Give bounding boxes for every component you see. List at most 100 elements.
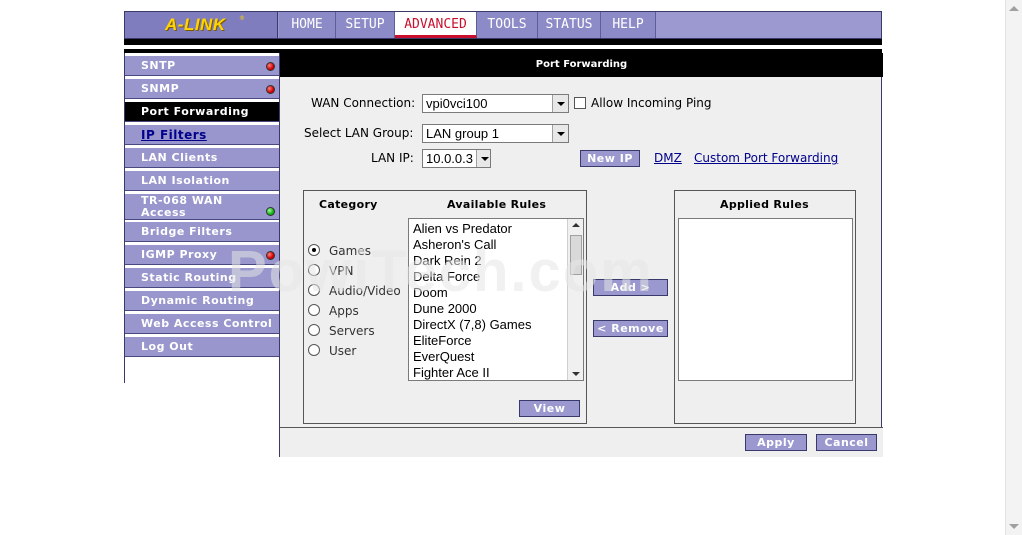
wan-connection-select[interactable]: vpi0vci100 — [422, 94, 569, 113]
scroll-down-icon[interactable] — [572, 372, 580, 376]
wan-connection-value: vpi0vci100 — [426, 96, 488, 111]
main-panel: Port Forwarding WAN Connection: vpi0vci1… — [279, 53, 883, 457]
sidebar: SNTP SNMP Port Forwarding IP Filters LAN… — [124, 53, 279, 383]
sidebar-item-web-access-control[interactable]: Web Access Control — [125, 313, 279, 334]
category-label-servers: Servers — [329, 324, 375, 338]
cancel-button[interactable]: Cancel — [816, 434, 877, 451]
logo-text: A-LINK — [165, 15, 226, 34]
category-radio-audio-video[interactable] — [308, 284, 320, 296]
tab-tools[interactable]: TOOLS — [477, 12, 538, 38]
list-item[interactable]: Doom — [413, 285, 448, 300]
sidebar-item-log-out[interactable]: Log Out — [125, 336, 279, 357]
scroll-up-icon[interactable] — [1009, 6, 1019, 11]
rules-selection-box: Category Available Rules Games VPN Audio… — [303, 190, 587, 424]
scroll-down-icon[interactable] — [1009, 524, 1019, 529]
sidebar-item-label: Bridge Filters — [141, 225, 233, 238]
scroll-up-icon[interactable] — [572, 223, 580, 227]
scroll-thumb[interactable] — [570, 235, 582, 275]
lan-group-value: LAN group 1 — [426, 126, 499, 141]
page-title: Port Forwarding — [280, 53, 883, 77]
chevron-down-icon — [552, 95, 568, 112]
sidebar-item-label: Log Out — [141, 340, 194, 353]
available-rules-list[interactable]: Alien vs Predator Asheron's Call Dark Re… — [408, 218, 584, 381]
custom-port-forwarding-link[interactable]: Custom Port Forwarding — [694, 151, 838, 165]
sidebar-item-label: Port Forwarding — [141, 105, 250, 118]
applied-rules-box: Applied Rules — [674, 190, 856, 424]
category-label-games: Games — [329, 244, 371, 258]
status-red-icon — [266, 85, 275, 94]
apply-button[interactable]: Apply — [745, 434, 807, 451]
logo-registered-mark: ® — [239, 15, 245, 22]
lan-ip-label: LAN IP: — [371, 151, 414, 165]
sidebar-item-label: SNMP — [141, 82, 180, 95]
sidebar-item-label: Web Access Control — [141, 317, 273, 330]
category-label-vpn: VPN — [329, 264, 354, 278]
chevron-down-icon — [476, 150, 490, 167]
page-scrollbar[interactable] — [1005, 0, 1022, 535]
sidebar-item-lan-isolation[interactable]: LAN Isolation — [125, 170, 279, 191]
list-scrollbar[interactable] — [567, 219, 583, 380]
sidebar-item-label: Dynamic Routing — [141, 294, 255, 307]
list-item[interactable]: Dark Rein 2 — [413, 253, 482, 268]
list-item[interactable]: EliteForce — [413, 333, 472, 348]
chevron-down-icon — [552, 125, 568, 142]
category-title: Category — [319, 198, 378, 211]
list-item[interactable]: Asheron's Call — [413, 237, 496, 252]
add-button[interactable]: Add > — [593, 279, 668, 296]
tab-advanced[interactable]: ADVANCED — [395, 12, 477, 38]
sidebar-item-static-routing[interactable]: Static Routing — [125, 267, 279, 288]
sidebar-item-bridge-filters[interactable]: Bridge Filters — [125, 221, 279, 242]
sidebar-item-lan-clients[interactable]: LAN Clients — [125, 147, 279, 168]
category-label-user: User — [329, 344, 357, 358]
logo: A-LINK ® — [124, 11, 278, 39]
sidebar-item-sntp[interactable]: SNTP — [125, 55, 279, 76]
sidebar-item-ip-filters[interactable]: IP Filters — [125, 124, 279, 145]
status-red-icon — [266, 62, 275, 71]
tab-home[interactable]: HOME — [279, 12, 336, 38]
category-radio-user[interactable] — [308, 344, 320, 356]
category-radio-apps[interactable] — [308, 304, 320, 316]
lan-group-select[interactable]: LAN group 1 — [422, 124, 569, 143]
sidebar-item-igmp-proxy[interactable]: IGMP Proxy — [125, 244, 279, 265]
router-admin-page: A-LINK ® HOME SETUP ADVANCED TOOLS STATU… — [0, 0, 1022, 535]
status-red-icon — [266, 251, 275, 260]
available-rules-title: Available Rules — [447, 198, 547, 211]
sidebar-item-label: SNTP — [141, 59, 176, 72]
lan-group-label: Select LAN Group: — [304, 126, 414, 140]
dmz-link[interactable]: DMZ — [654, 151, 682, 165]
sidebar-item-label: Static Routing — [141, 271, 237, 284]
list-item[interactable]: Dune 2000 — [413, 301, 477, 316]
remove-button[interactable]: < Remove — [593, 320, 668, 337]
sidebar-item-tr068-wan-access[interactable]: TR-068 WAN Access — [125, 193, 279, 220]
status-green-icon — [266, 207, 275, 216]
sidebar-item-snmp[interactable]: SNMP — [125, 78, 279, 99]
list-item[interactable]: DirectX (7,8) Games — [413, 317, 531, 332]
sidebar-item-label: TR-068 WAN Access — [141, 194, 223, 219]
applied-rules-list[interactable] — [678, 218, 853, 381]
sidebar-item-label: IP Filters — [141, 128, 207, 142]
category-radio-servers[interactable] — [308, 324, 320, 336]
tab-status[interactable]: STATUS — [538, 12, 601, 38]
list-item[interactable]: EverQuest — [413, 349, 474, 364]
new-ip-button[interactable]: New IP — [580, 150, 640, 167]
list-item[interactable]: Alien vs Predator — [413, 221, 512, 236]
category-radio-games[interactable] — [308, 244, 320, 256]
category-label-apps: Apps — [329, 304, 359, 318]
category-radio-vpn[interactable] — [308, 264, 320, 276]
tab-setup[interactable]: SETUP — [336, 12, 395, 38]
form-footer: Apply Cancel — [280, 427, 883, 457]
view-button[interactable]: View — [519, 400, 580, 417]
list-item[interactable]: Delta Force — [413, 269, 480, 284]
list-item[interactable]: Fighter Ace II — [413, 365, 490, 380]
sidebar-item-label: LAN Clients — [141, 151, 218, 164]
sidebar-item-port-forwarding[interactable]: Port Forwarding — [125, 101, 279, 122]
allow-ping-checkbox[interactable] — [574, 97, 586, 109]
sidebar-item-dynamic-routing[interactable]: Dynamic Routing — [125, 290, 279, 311]
sidebar-item-label: LAN Isolation — [141, 174, 230, 187]
category-label-audio-video: Audio/Video — [329, 284, 401, 298]
lan-ip-value: 10.0.0.3 — [426, 151, 473, 166]
lan-ip-select[interactable]: 10.0.0.3 — [422, 149, 491, 168]
tab-help[interactable]: HELP — [601, 12, 656, 38]
wan-connection-label: WAN Connection: — [311, 96, 416, 110]
sidebar-item-label: IGMP Proxy — [141, 248, 218, 261]
